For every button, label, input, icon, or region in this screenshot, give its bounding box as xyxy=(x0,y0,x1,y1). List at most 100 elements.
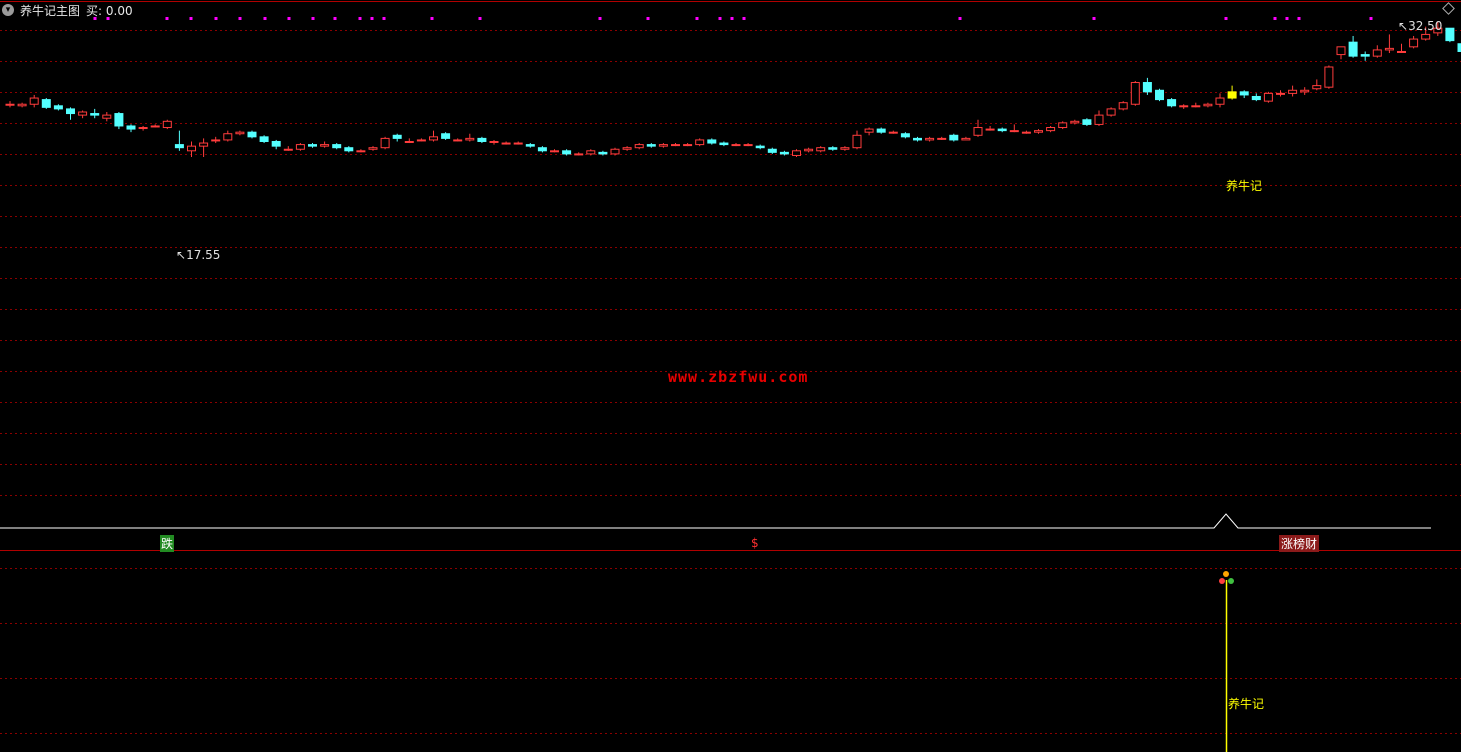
candle-body xyxy=(174,144,184,149)
candle-body xyxy=(804,148,814,152)
candle-body xyxy=(380,137,390,149)
candle-body xyxy=(489,140,499,143)
candle-body xyxy=(743,144,753,147)
top-marker-dot xyxy=(263,17,267,20)
buy-value: 买: 0.00 xyxy=(86,3,133,18)
top-marker-dot xyxy=(311,17,315,20)
candle-body xyxy=(1263,92,1273,102)
candle-body xyxy=(465,137,475,141)
top-marker-dot xyxy=(958,17,962,20)
candle-body xyxy=(1021,131,1031,134)
candle-body xyxy=(41,99,51,108)
candle-body xyxy=(150,125,160,128)
candle-body xyxy=(646,144,656,147)
top-marker-dot xyxy=(370,17,374,20)
candle-body xyxy=(114,113,124,127)
top-marker-dot xyxy=(742,17,746,20)
candle-body xyxy=(199,142,209,147)
candle-body xyxy=(295,144,305,150)
candle-body xyxy=(1046,127,1056,132)
candle-body xyxy=(1130,82,1140,105)
signal-bubble-icon xyxy=(1228,578,1234,584)
candle-body xyxy=(840,147,850,150)
low-price-value: 17.55 xyxy=(186,248,221,262)
candle-body xyxy=(997,128,1007,132)
candle-body xyxy=(562,150,572,155)
candle-body xyxy=(634,144,644,149)
high-price-value: 32.50 xyxy=(1408,19,1443,33)
candle-body xyxy=(961,137,971,141)
candle-body xyxy=(1118,102,1128,110)
signal-bubble-icon xyxy=(1223,571,1229,577)
strip-label-dollar: $ xyxy=(751,536,759,550)
candle-body xyxy=(949,134,959,141)
top-marker-dot xyxy=(1369,17,1373,20)
candle-body xyxy=(900,133,910,138)
candle-body xyxy=(477,137,487,142)
signal-bubble-icon xyxy=(1219,578,1225,584)
candle-body xyxy=(453,139,463,142)
candle-body xyxy=(792,150,801,156)
top-marker-dot xyxy=(382,17,386,20)
candle-body xyxy=(1142,82,1152,93)
candle-body xyxy=(102,114,112,119)
candle-body xyxy=(937,137,947,140)
candle-body xyxy=(356,150,366,153)
watermark-text: www.zbzfwu.com xyxy=(668,368,809,386)
top-marker-dot xyxy=(646,17,650,20)
candle-body xyxy=(271,140,281,147)
candle-body xyxy=(658,144,668,147)
candle-body xyxy=(344,147,354,152)
candle-body xyxy=(1106,108,1116,116)
candle-body xyxy=(852,134,862,149)
top-marker-dot xyxy=(1224,17,1228,20)
candle-body xyxy=(598,151,608,155)
indicator-title[interactable]: 养牛记主图 xyxy=(20,2,80,19)
candle-body xyxy=(1384,47,1394,51)
candle-body xyxy=(586,150,596,155)
candle-body xyxy=(211,139,221,142)
high-price-label: ↖32.50 xyxy=(1398,19,1443,33)
candle-body xyxy=(1094,114,1104,125)
candle-body xyxy=(622,147,632,150)
candle-body xyxy=(973,127,983,136)
candle-body xyxy=(671,144,680,147)
top-marker-dot xyxy=(189,17,193,20)
candle-body xyxy=(1034,130,1043,133)
candle-body xyxy=(392,134,402,139)
candle-body xyxy=(320,144,330,147)
candle-body xyxy=(707,139,717,144)
candle-body xyxy=(1179,105,1189,108)
candle-body xyxy=(259,136,269,142)
candle-body xyxy=(1155,89,1164,101)
candle-body xyxy=(864,128,874,133)
strip-label-down: 跌 xyxy=(160,535,175,552)
candle-body xyxy=(1215,97,1225,105)
candle-body xyxy=(283,148,293,151)
top-marker-dot xyxy=(214,17,218,20)
candle-body xyxy=(683,144,693,147)
candle-body xyxy=(1227,91,1237,99)
candle-body xyxy=(1191,105,1201,108)
candle-body xyxy=(816,147,826,152)
top-marker-dot xyxy=(1092,17,1096,20)
top-marker-dot xyxy=(1285,17,1289,20)
top-marker-dot xyxy=(165,17,169,20)
candle-body xyxy=(1251,95,1261,101)
candle-body xyxy=(429,136,438,141)
candle-body xyxy=(368,147,378,150)
candle-body xyxy=(876,128,886,133)
candle-body xyxy=(332,144,342,149)
chevron-down-icon[interactable]: ▾ xyxy=(2,4,14,16)
candle-body xyxy=(888,131,898,134)
candle-body xyxy=(5,103,15,106)
candle-body xyxy=(1288,89,1298,94)
candle-body xyxy=(1082,119,1092,125)
top-marker-dot xyxy=(333,17,337,20)
top-marker-dot xyxy=(287,17,291,20)
candle-body xyxy=(719,142,729,146)
candle-body xyxy=(1445,27,1455,42)
candle-body xyxy=(308,144,317,147)
candle-body xyxy=(1203,103,1213,107)
candle-body xyxy=(913,137,922,141)
